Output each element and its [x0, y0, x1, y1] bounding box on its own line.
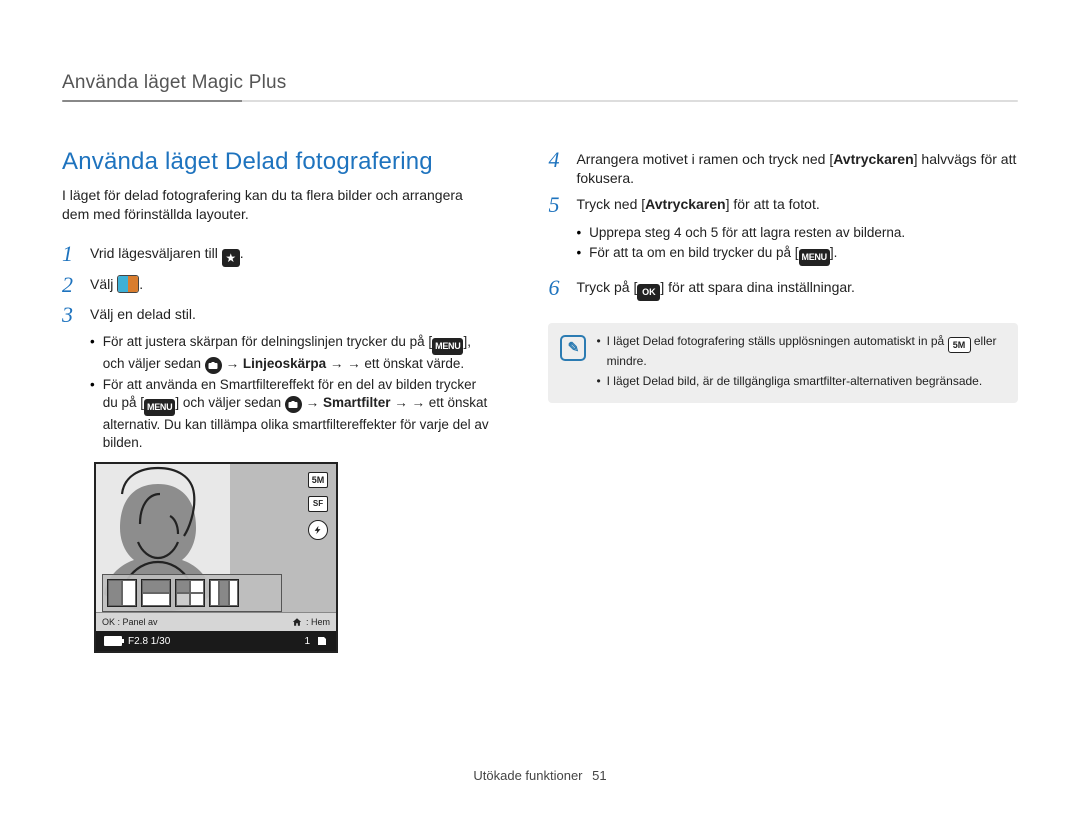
list-item: I läget Delad bild, är de tillgängliga s… — [596, 373, 1006, 389]
list-item: I läget Delad fotografering ställs upplö… — [596, 333, 1006, 369]
lcd-status-bar: F2.8 1/30 1 — [96, 631, 336, 651]
step-2-post: . — [139, 276, 143, 292]
camera-icon — [205, 357, 222, 374]
lcd-count: 1 — [304, 635, 310, 649]
layout-option-icon — [175, 579, 205, 607]
step-3-bullets: För att justera skärpan för delningslinj… — [62, 333, 492, 452]
step-number: 5 — [548, 193, 576, 217]
step-5: 5 Tryck ned [Avtryckaren] för att ta fot… — [548, 193, 1018, 217]
list-item: För att justera skärpan för delningslinj… — [90, 333, 492, 374]
smartfilter-icon: SF — [308, 496, 328, 512]
step-number: 1 — [62, 242, 90, 266]
ok-button-icon: OK — [637, 284, 660, 301]
home-icon — [292, 617, 302, 627]
breadcrumb-underline — [62, 100, 1018, 102]
step-3: 3 Välj en delad stil. — [62, 303, 492, 327]
list-item: För att använda en Smartfiltereffekt för… — [90, 376, 492, 453]
resolution-5m-icon: 5M — [948, 337, 971, 353]
layout-option-icon — [141, 579, 171, 607]
intro-text: I läget för delad fotografering kan du t… — [62, 186, 492, 224]
layout-option-icon — [107, 579, 137, 607]
battery-icon — [104, 636, 122, 646]
step-3-text: Välj en delad stil. — [90, 306, 196, 322]
step-1-text: Vrid lägesväljaren till — [90, 245, 222, 261]
breadcrumb-text: Använda läget Magic Plus — [62, 72, 287, 93]
sd-card-icon — [316, 636, 328, 646]
menu-button-icon: MENU — [799, 249, 830, 266]
step-number: 4 — [548, 148, 576, 172]
menu-button-icon: MENU — [144, 399, 175, 416]
lcd-exposure: F2.8 1/30 — [128, 635, 170, 649]
step-4: 4 Arrangera motivet i ramen och tryck ne… — [548, 148, 1018, 188]
layout-option-icon — [209, 579, 239, 607]
step-2-pre: Välj — [90, 276, 117, 292]
menu-button-icon: MENU — [432, 338, 463, 355]
breadcrumb: Använda läget Magic Plus — [62, 70, 1018, 110]
page-number: 51 — [592, 768, 606, 783]
camera-lcd-illustration: 5M SF OK : Panel av — [94, 462, 338, 653]
mode-dial-icon: ★ — [222, 249, 240, 267]
resolution-icon: 5M — [308, 472, 328, 488]
split-shot-mode-icon — [117, 275, 139, 293]
camera-icon — [285, 396, 302, 413]
layout-template-strip — [102, 574, 282, 612]
note-icon: ✎ — [560, 335, 586, 361]
lcd-ok-hint: OK : Panel av — [102, 616, 158, 628]
list-item: För att ta om en bild trycker du på [MEN… — [576, 244, 1018, 266]
list-item: Upprepa steg 4 och 5 för att lagra reste… — [576, 224, 1018, 242]
step-1: 1 Vrid lägesväljaren till ★. — [62, 242, 492, 267]
step-2: 2 Välj . — [62, 273, 492, 297]
flash-mode-icon — [308, 520, 328, 540]
step-5-bullets: Upprepa steg 4 och 5 för att lagra reste… — [548, 224, 1018, 266]
step-number: 6 — [548, 276, 576, 300]
step-number: 2 — [62, 273, 90, 297]
step-6: 6 Tryck på [OK] för att spara dina instä… — [548, 276, 1018, 301]
footer-section: Utökade funktioner — [473, 768, 582, 783]
info-box: ✎ I läget Delad fotografering ställs upp… — [548, 323, 1018, 403]
lcd-label-bar: OK : Panel av : Hem — [96, 612, 336, 631]
section-title: Använda läget Delad fotografering — [62, 146, 492, 178]
lcd-home-hint: : Hem — [306, 616, 330, 628]
page-footer: Utökade funktioner 51 — [0, 767, 1080, 785]
step-number: 3 — [62, 303, 90, 327]
